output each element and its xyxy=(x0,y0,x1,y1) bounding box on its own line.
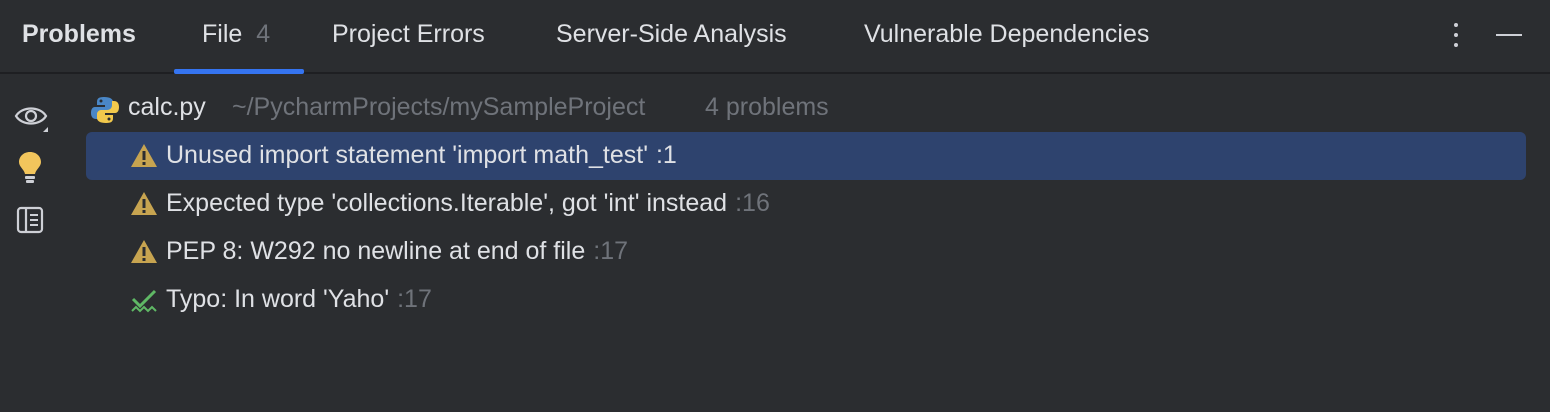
warning-icon xyxy=(130,190,158,218)
file-node[interactable]: calc.py ~/PycharmProjects/mySampleProjec… xyxy=(90,93,1530,127)
tab-vulnerable-dependencies[interactable]: Vulnerable Dependencies xyxy=(864,20,1149,49)
toolwindow-title: Problems xyxy=(22,20,136,48)
problem-line: :17 xyxy=(593,237,629,265)
problem-line: :1 xyxy=(655,141,677,169)
problem-row[interactable]: Expected type 'collections.Iterable', go… xyxy=(86,180,1526,228)
more-options-button[interactable] xyxy=(1443,18,1469,52)
tab-file-count: 4 xyxy=(256,20,271,48)
minimize-button[interactable] xyxy=(1494,20,1524,50)
more-dots-icon xyxy=(1454,23,1458,27)
preview-panel-icon[interactable] xyxy=(14,204,46,236)
python-file-icon xyxy=(90,95,120,125)
tab-file[interactable]: File 4 xyxy=(202,20,270,49)
active-tab-indicator xyxy=(174,69,304,74)
eye-icon[interactable] xyxy=(14,100,48,133)
problem-row[interactable]: Unused import statement 'import math_tes… xyxy=(86,132,1526,180)
warning-icon xyxy=(130,238,158,266)
problem-text: Typo: In word 'Yaho' xyxy=(166,285,390,313)
problem-line: :17 xyxy=(397,285,432,313)
problem-text: Expected type 'collections.Iterable', go… xyxy=(166,189,728,217)
problem-text: Unused import statement 'import math_tes… xyxy=(166,141,648,169)
tab-file-label: File xyxy=(202,20,243,48)
more-dot xyxy=(1454,43,1458,47)
tab-project-errors[interactable]: Project Errors xyxy=(332,20,485,49)
lightbulb-icon[interactable] xyxy=(14,150,46,183)
tab-server-side-analysis[interactable]: Server-Side Analysis xyxy=(556,20,787,49)
problem-line: :16 xyxy=(735,189,770,217)
file-path: ~/PycharmProjects/mySampleProject xyxy=(232,93,646,121)
warning-icon xyxy=(130,142,158,170)
problem-row[interactable]: Typo: In word 'Yaho':17 xyxy=(86,276,1526,324)
more-dot xyxy=(1454,33,1458,37)
typo-icon xyxy=(130,286,158,314)
file-name: calc.py xyxy=(128,93,206,121)
file-problem-count: 4 problems xyxy=(705,93,829,121)
problem-text: PEP 8: W292 no newline at end of file xyxy=(166,237,586,265)
tab-bar: Problems File 4 Project Errors Server-Sid… xyxy=(0,0,1550,74)
problem-row[interactable]: PEP 8: W292 no newline at end of file:17 xyxy=(86,228,1526,276)
